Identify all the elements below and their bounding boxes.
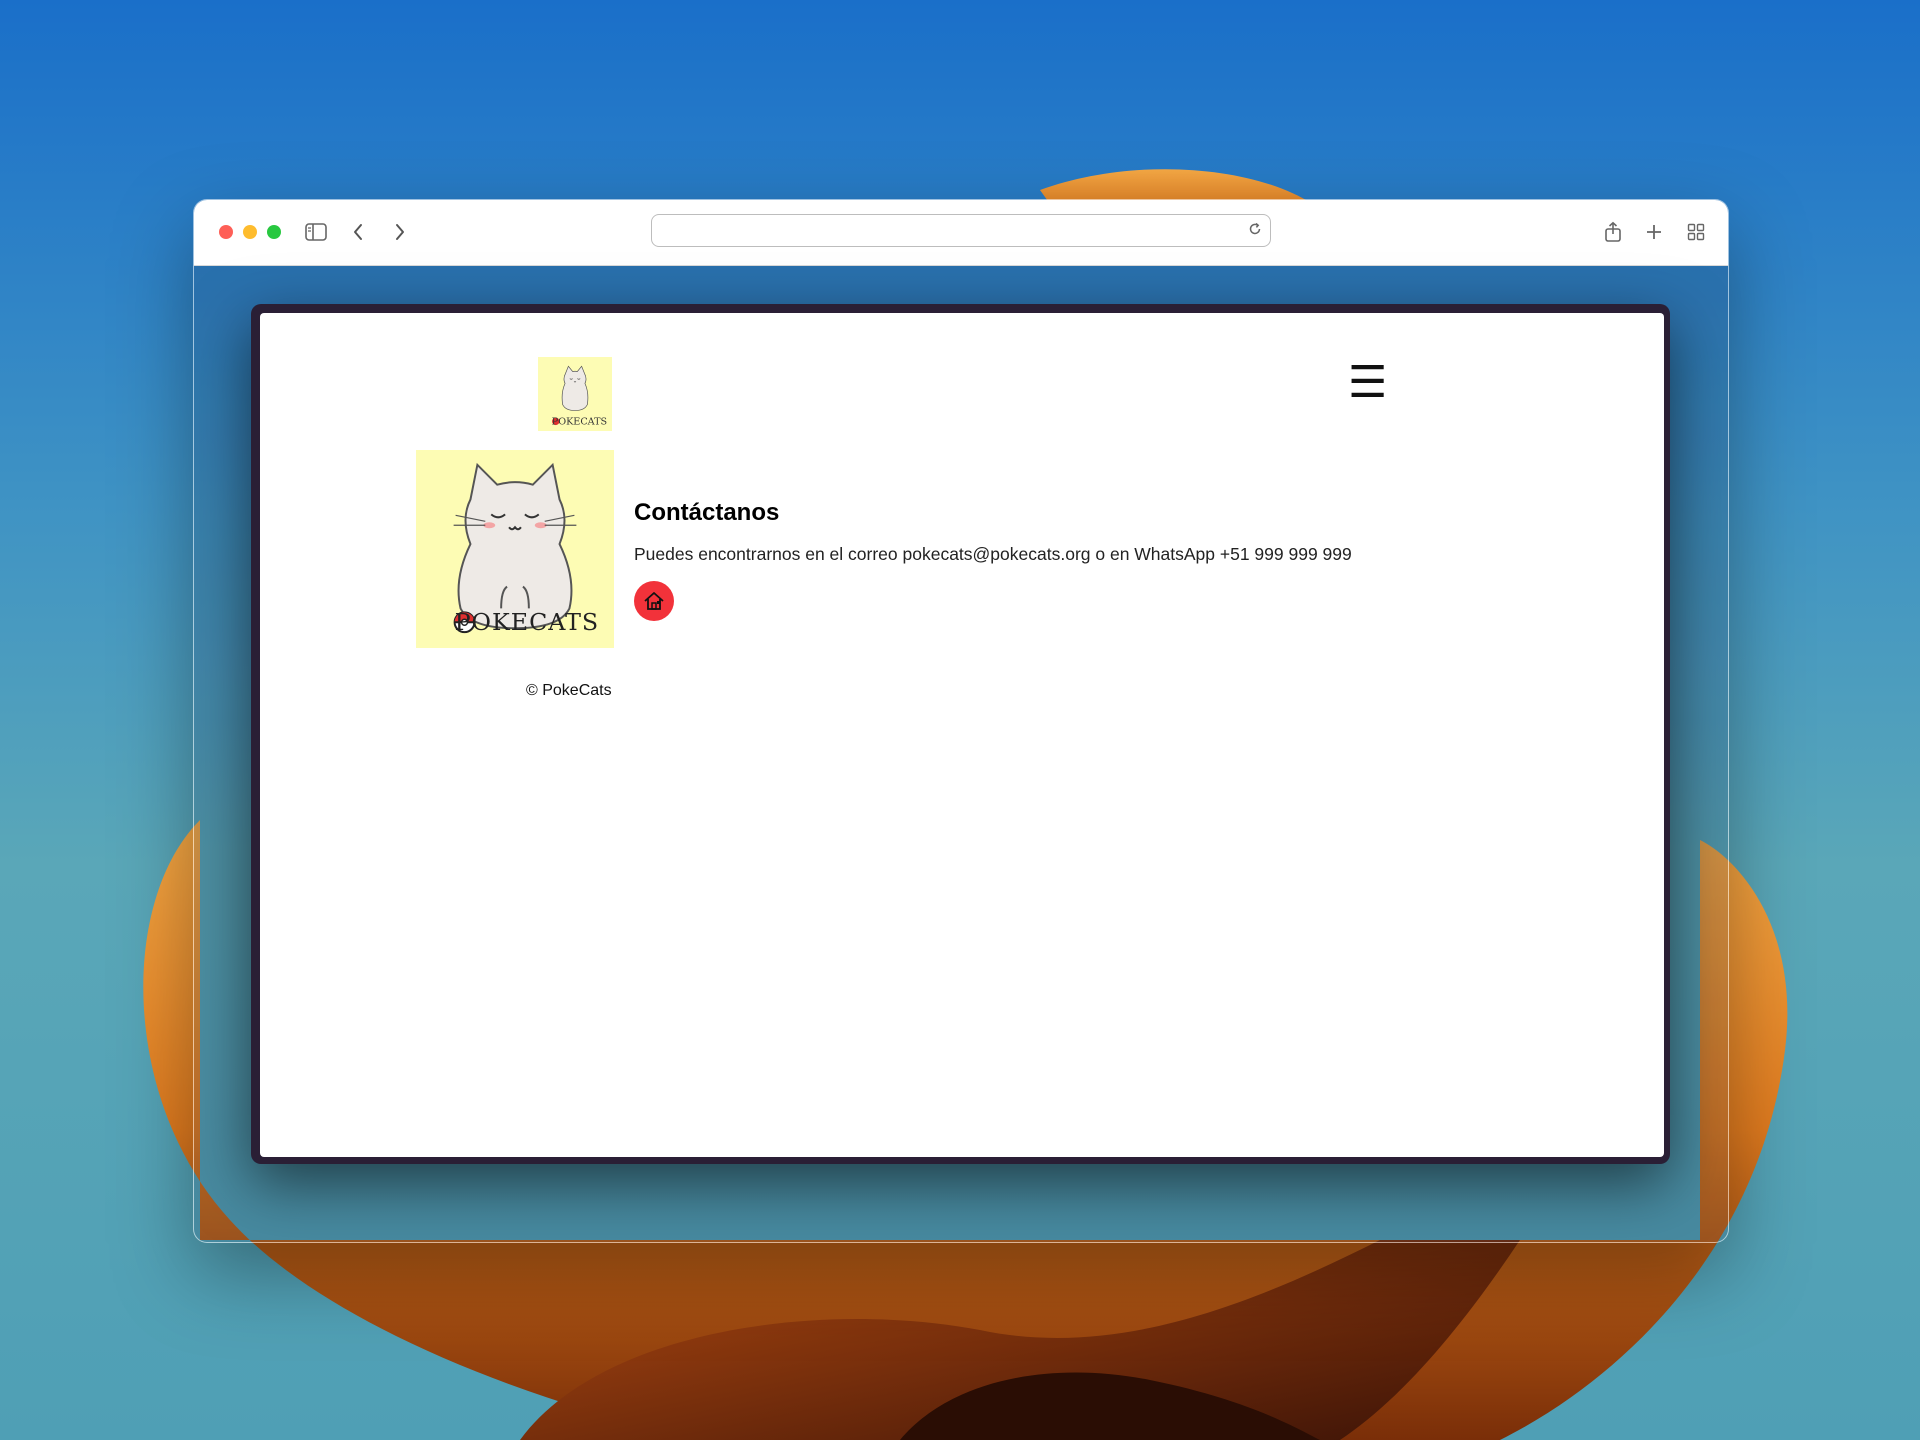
plus-icon[interactable] [1640, 218, 1668, 246]
sidebar-icon[interactable] [302, 218, 330, 246]
device-frame: POKECATS ☰ POKECATS Contáctanos Puedes e… [251, 304, 1670, 1164]
close-window-button[interactable] [219, 225, 233, 239]
pokecats-logo-large: POKECATS [416, 450, 614, 648]
chevron-right-icon[interactable] [386, 218, 414, 246]
browser-viewport: POKECATS ☰ POKECATS Contáctanos Puedes e… [194, 266, 1728, 1242]
web-page: POKECATS ☰ POKECATS Contáctanos Puedes e… [260, 313, 1664, 1157]
share-icon[interactable] [1599, 218, 1627, 246]
zoom-window-button[interactable] [267, 225, 281, 239]
logo-large-text: POKECATS [455, 608, 600, 636]
home-icon [644, 592, 664, 610]
home-button[interactable] [634, 581, 674, 621]
footer-copyright: © PokeCats [526, 682, 612, 699]
contact-description: Puedes encontrarnos en el correo pokecat… [634, 544, 1352, 564]
address-bar[interactable] [651, 214, 1271, 247]
browser-toolbar [194, 200, 1728, 266]
hamburger-menu-button[interactable]: ☰ [1348, 361, 1387, 405]
pokecats-logo-small[interactable]: POKECATS [538, 357, 612, 431]
reload-icon[interactable] [1248, 222, 1262, 241]
minimize-window-button[interactable] [243, 225, 257, 239]
chevron-left-icon[interactable] [344, 218, 372, 246]
logo-small-text: POKECATS [552, 416, 607, 427]
contact-heading: Contáctanos [634, 499, 780, 526]
tab-overview-icon[interactable] [1682, 218, 1710, 246]
browser-window: POKECATS ☰ POKECATS Contáctanos Puedes e… [193, 199, 1729, 1243]
